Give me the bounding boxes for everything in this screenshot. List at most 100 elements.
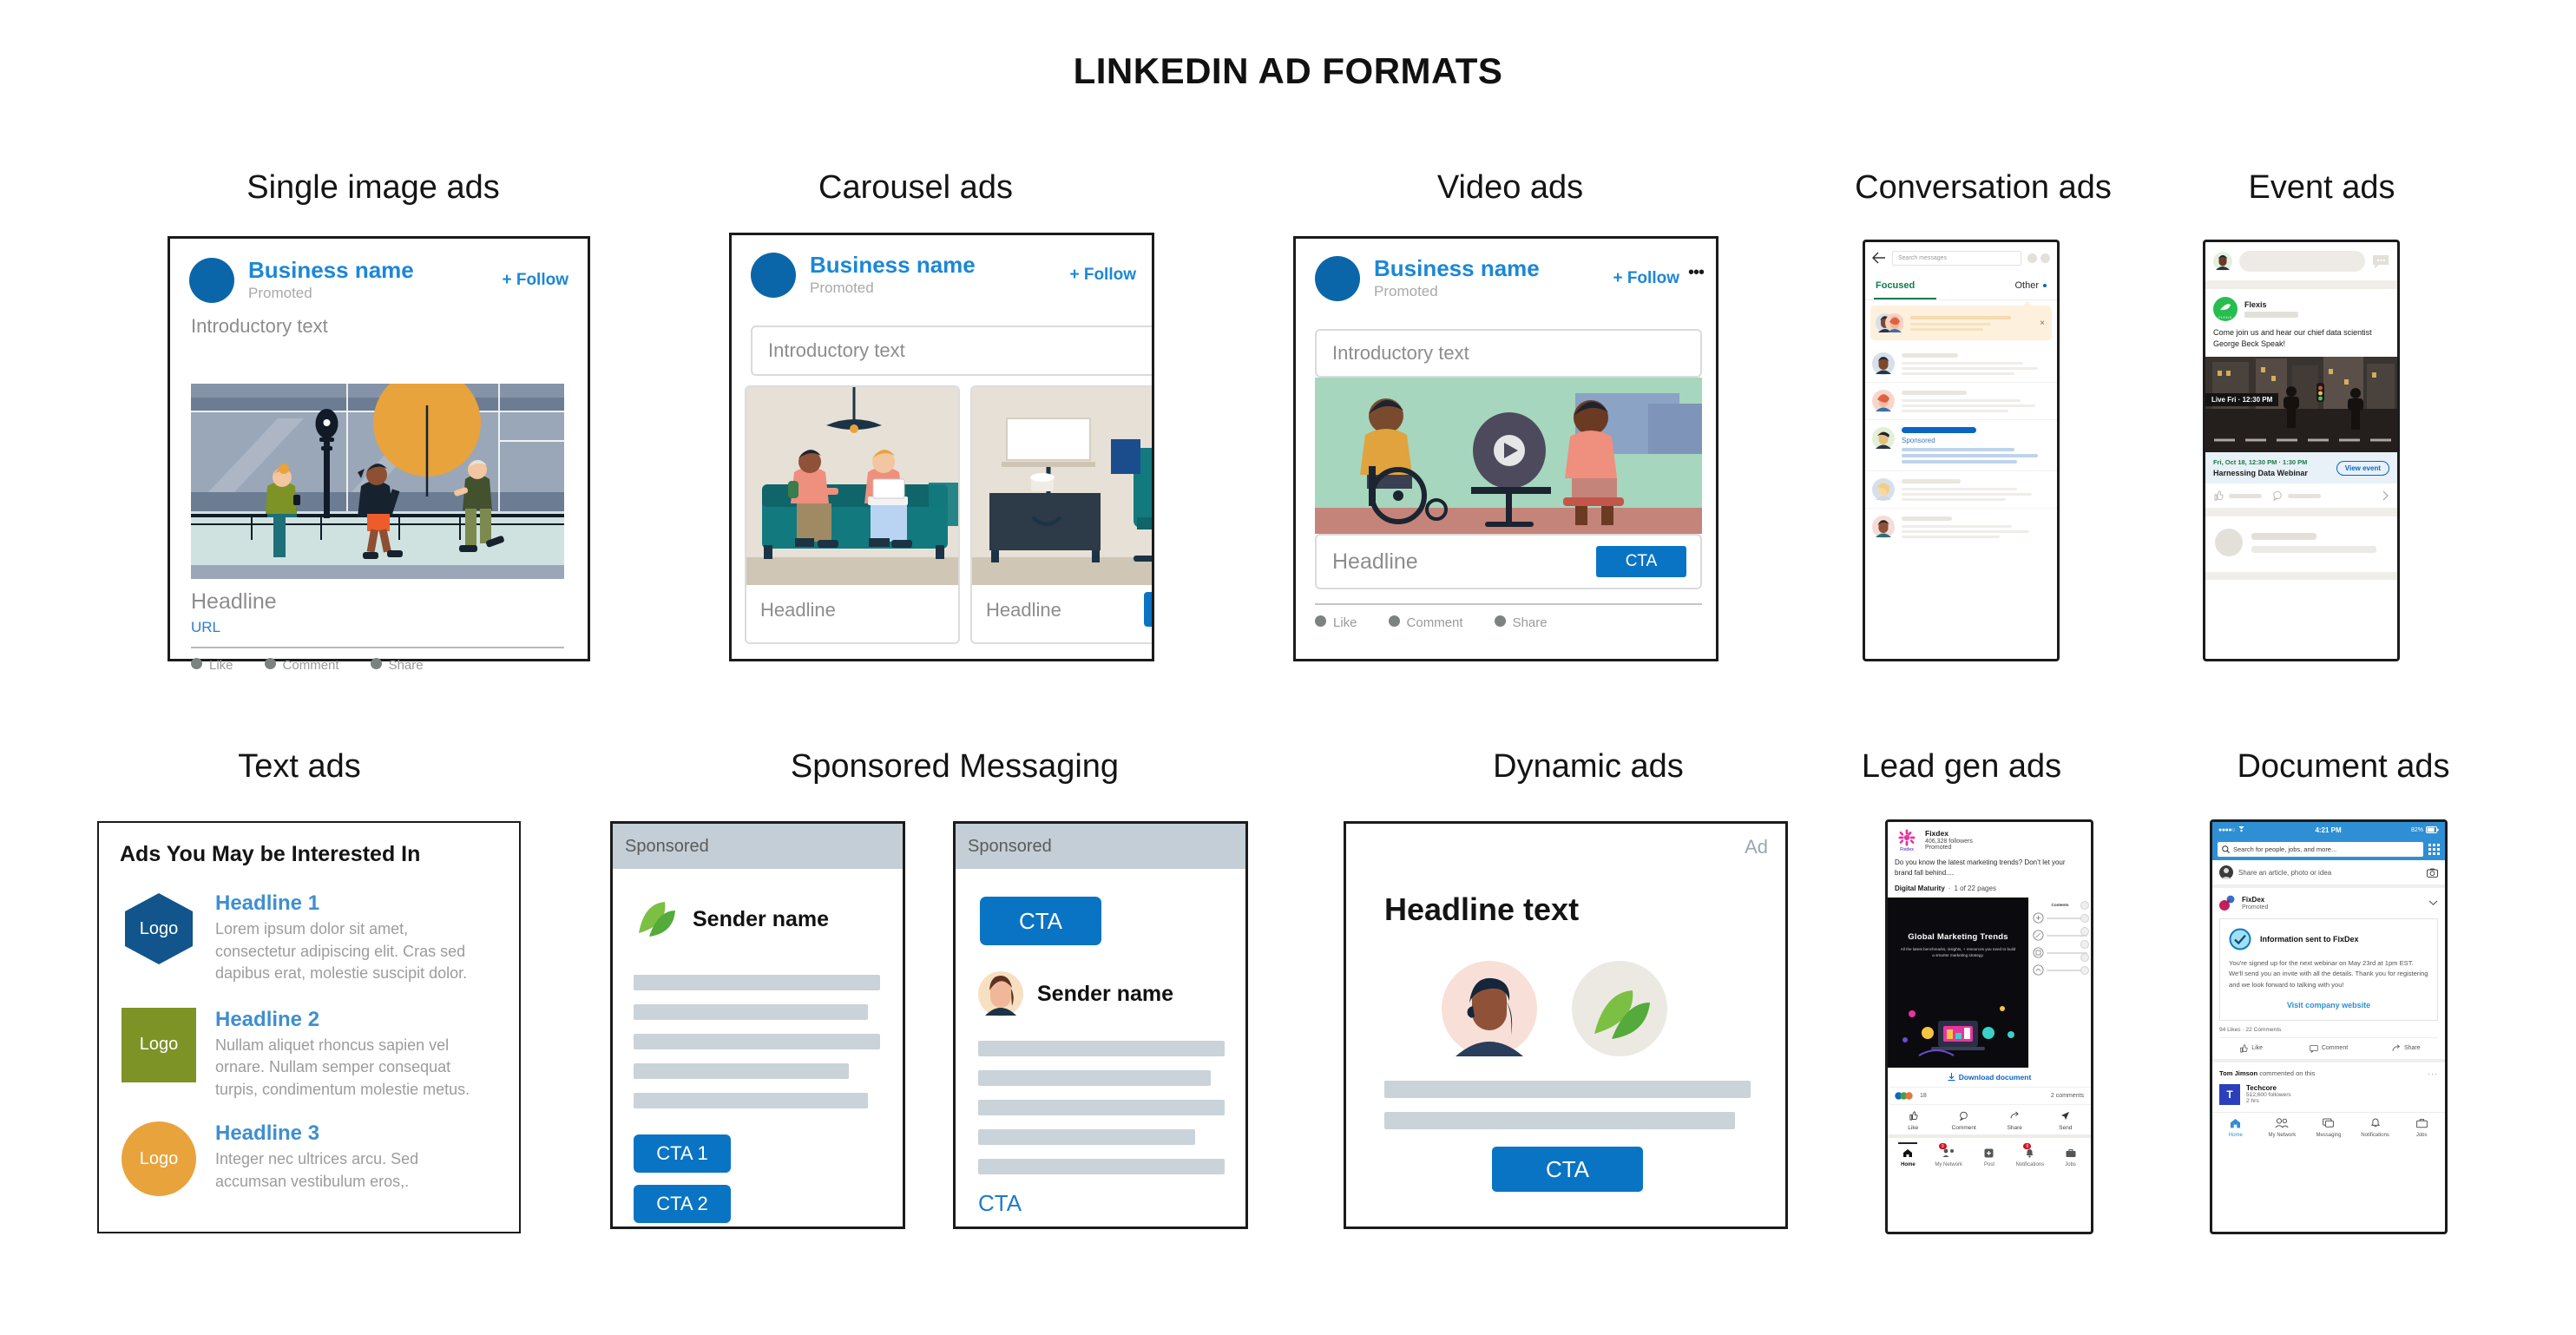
- follow-button[interactable]: + Follow: [502, 271, 568, 290]
- ad-body: Lorem ipsum dolor sit amet, consectetur …: [215, 920, 468, 983]
- control-dot-icon[interactable]: [2080, 914, 2089, 923]
- document-meta: Digital Maturity · 1 of 22 pages: [1895, 885, 1996, 892]
- visit-website-link[interactable]: Visit company website: [2229, 1001, 2428, 1009]
- like-icon[interactable]: [2213, 490, 2224, 501]
- nav-notifications[interactable]: 9 Notifications: [2009, 1142, 2050, 1167]
- view-event-button[interactable]: View event: [2336, 460, 2389, 476]
- control-dot-icon[interactable]: [2080, 966, 2089, 975]
- comment-action[interactable]: Comment: [1939, 1109, 1990, 1131]
- url-link[interactable]: URL: [191, 619, 220, 636]
- tab-focused[interactable]: Focused: [1876, 280, 1915, 291]
- control-dot-icon[interactable]: [2080, 940, 2089, 949]
- nav-post[interactable]: Post: [1969, 1142, 2010, 1167]
- cta-button[interactable]: CTA: [1492, 1147, 1643, 1192]
- share-action[interactable]: Share: [1494, 615, 1548, 631]
- list-item[interactable]: Logo Headline 3 Integer nec ultrices arc…: [122, 1121, 519, 1197]
- search-input[interactable]: Search for people, jobs, and more...: [2218, 841, 2423, 857]
- comment-action[interactable]: Comment: [264, 658, 339, 674]
- grid-menu-icon[interactable]: [2428, 843, 2440, 855]
- cta-button[interactable]: CTA: [1596, 546, 1686, 577]
- tab-other[interactable]: Other: [2014, 280, 2047, 291]
- like-action[interactable]: Like: [1315, 615, 1357, 631]
- nav-my-network[interactable]: 9 My Network: [1929, 1142, 1969, 1167]
- business-name[interactable]: Business name: [810, 253, 976, 278]
- nav-messaging[interactable]: Messaging: [2305, 1117, 2352, 1138]
- list-item[interactable]: Logo Headline 2 Nullam aliquet rhoncus s…: [122, 1007, 519, 1102]
- ad-headline[interactable]: Headline 1: [215, 891, 484, 916]
- nav-my-network[interactable]: My Network: [2259, 1117, 2306, 1138]
- event-image[interactable]: Live Fri · 12:30 PM: [2205, 357, 2397, 453]
- camera-icon[interactable]: [2427, 868, 2438, 878]
- business-name[interactable]: Business name: [1374, 257, 1540, 281]
- ad-headline[interactable]: Headline 2: [215, 1008, 484, 1032]
- control-dot-icon[interactable]: [2080, 927, 2089, 936]
- carousel-slide[interactable]: Headline: [970, 385, 1152, 644]
- nav-home[interactable]: Home: [1888, 1142, 1929, 1167]
- chevron-down-icon[interactable]: [2428, 899, 2438, 906]
- message-skeleton: [978, 1041, 1245, 1174]
- share-prompt-box[interactable]: [2239, 251, 2365, 272]
- share-action[interactable]: Share: [1989, 1109, 2040, 1131]
- like-action[interactable]: Like: [191, 658, 233, 674]
- list-item[interactable]: [2205, 516, 2397, 569]
- settings-icon[interactable]: [2040, 253, 2050, 263]
- document-viewer[interactable]: Global Marketing Trends All the latest b…: [1888, 898, 2091, 1068]
- cta-top-button[interactable]: CTA: [980, 897, 1101, 945]
- follow-button[interactable]: + Follow: [1069, 266, 1136, 285]
- cta1-button[interactable]: CTA 1: [634, 1134, 731, 1173]
- nav-jobs[interactable]: Jobs: [2050, 1142, 2091, 1167]
- conversation-ad-phone: Search messages Focused Other × Sponsore…: [1863, 240, 2060, 661]
- list-item[interactable]: [1865, 509, 2057, 545]
- nav-home[interactable]: Home: [2212, 1117, 2259, 1138]
- message-icon[interactable]: [2372, 253, 2389, 269]
- leaf-logo-icon: [639, 902, 675, 937]
- list-item[interactable]: [1865, 345, 2057, 383]
- send-action[interactable]: Send: [2040, 1109, 2092, 1131]
- chevron-right-icon[interactable]: [2382, 490, 2389, 501]
- list-item-sponsored[interactable]: Sponsored: [1865, 420, 2057, 471]
- list-item[interactable]: Logo Headline 1 Lorem ipsum dolor sit am…: [122, 891, 519, 985]
- control-dot-icon[interactable]: [2080, 953, 2089, 962]
- comment-action[interactable]: Comment: [2290, 1044, 2367, 1053]
- share-box-row[interactable]: [2205, 242, 2397, 280]
- search-messages-input[interactable]: Search messages: [1892, 250, 2021, 266]
- nav-notifications[interactable]: Notifications: [2352, 1117, 2399, 1138]
- comment-action[interactable]: Comment: [1388, 615, 1463, 631]
- carousel-slide[interactable]: Headline: [745, 385, 960, 644]
- conversation-list: Sponsored: [1865, 345, 2057, 545]
- briefcase-icon: [2415, 1118, 2428, 1128]
- download-document-button[interactable]: Download document: [1888, 1068, 2091, 1088]
- share-action[interactable]: Share: [2368, 1044, 2445, 1053]
- back-arrow-icon[interactable]: [1872, 252, 1886, 264]
- share-row[interactable]: Share an article, photo or idea: [2212, 860, 2445, 888]
- single-image-ad-card: Business name Promoted + Follow Introduc…: [168, 236, 590, 673]
- viewer-controls[interactable]: [2080, 901, 2089, 975]
- comment-activity: Tom Jimson commented on this ···: [2212, 1062, 2445, 1078]
- ad-headline[interactable]: Headline 3: [215, 1121, 484, 1146]
- comment-icon[interactable]: [2272, 490, 2283, 502]
- comment-count: 2 comments: [2050, 1093, 2084, 1099]
- company-name[interactable]: Fixdex: [1925, 829, 1973, 838]
- nav-jobs[interactable]: Jobs: [2398, 1117, 2445, 1138]
- cta-link[interactable]: CTA: [978, 1190, 1245, 1217]
- compose-icon[interactable]: [2027, 253, 2037, 263]
- sponsored-message-row[interactable]: ×: [1870, 301, 2052, 340]
- more-options-icon[interactable]: •••: [1688, 263, 1705, 283]
- slide-cta-button[interactable]: [1144, 592, 1152, 627]
- company-name[interactable]: Flexis: [2244, 300, 2298, 309]
- company-name[interactable]: FixDex: [2242, 896, 2268, 904]
- carousel-ad-card: Business name Promoted + Follow Introduc…: [729, 233, 1154, 661]
- business-name[interactable]: Business name: [248, 259, 414, 283]
- comment-company-row[interactable]: T Techcore 512,600 followers 2 hrs: [2212, 1078, 2445, 1112]
- close-icon[interactable]: ×: [2040, 319, 2045, 328]
- share-action[interactable]: Share: [370, 658, 424, 674]
- like-action[interactable]: Like: [1888, 1109, 1939, 1131]
- list-item[interactable]: [1865, 471, 2057, 509]
- control-dot-icon[interactable]: [2080, 901, 2089, 910]
- sponsored-bar: Sponsored: [613, 824, 903, 869]
- follow-button[interactable]: + Follow: [1613, 269, 1679, 288]
- cta2-button[interactable]: CTA 2: [634, 1185, 731, 1223]
- list-item[interactable]: [1865, 383, 2057, 420]
- like-action[interactable]: Like: [2212, 1044, 2290, 1053]
- more-options-icon[interactable]: ···: [2428, 1069, 2438, 1078]
